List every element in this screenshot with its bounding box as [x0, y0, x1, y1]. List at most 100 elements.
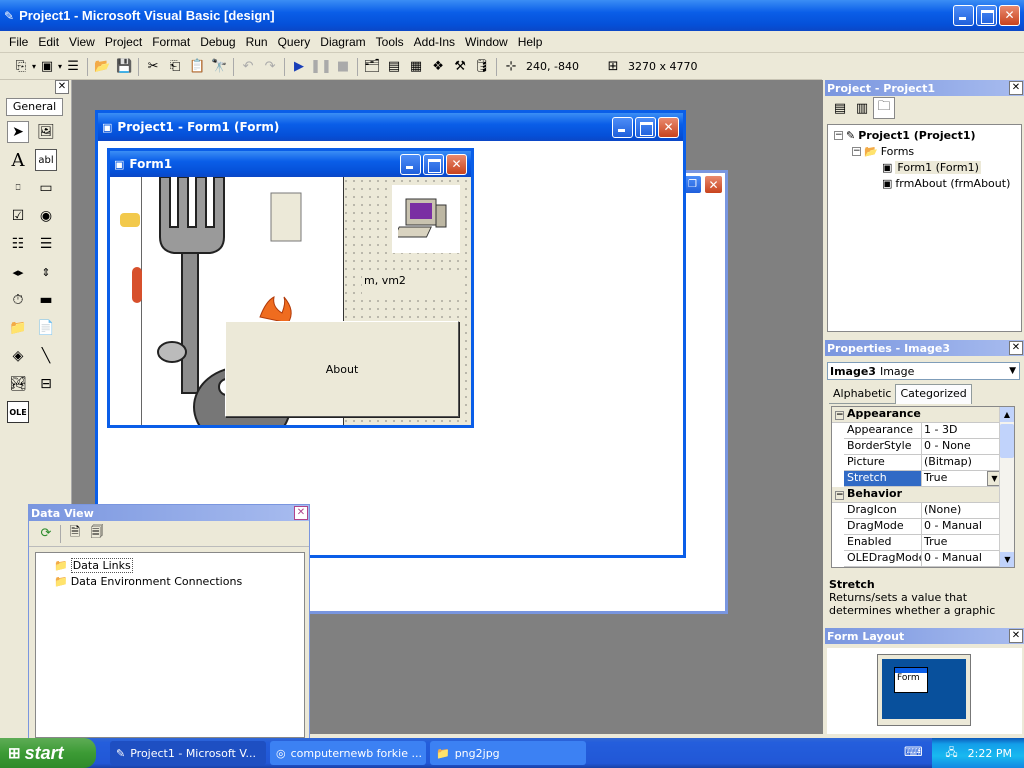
tree-item-frmabout[interactable]: ▣ frmAbout (frmAbout) — [834, 175, 1021, 191]
menu-debug[interactable]: Debug — [195, 35, 240, 49]
form1-maximize-button[interactable] — [423, 153, 444, 175]
form-layout-title-bar[interactable]: Form Layout ✕ — [825, 628, 1024, 644]
menu-add-ins[interactable]: Add-Ins — [409, 35, 460, 49]
menu-edit[interactable]: Edit — [33, 35, 64, 49]
property-row-oledragmode[interactable]: OLEDragMode 0 - Manual — [844, 551, 1014, 567]
add-data-environment-icon[interactable]: 🗐 — [86, 523, 108, 545]
project-explorer-close-button[interactable]: ✕ — [1009, 81, 1023, 95]
property-row-dragmode[interactable]: DragMode 0 - Manual — [844, 519, 1014, 535]
form-layout-form-preview[interactable]: Form — [894, 667, 928, 693]
menu-run[interactable]: Run — [241, 35, 273, 49]
tree-item-form1[interactable]: ▣ Form1 (Form1) — [834, 159, 1021, 175]
computer-image[interactable] — [392, 185, 460, 253]
properties-close-button[interactable]: ✕ — [1009, 341, 1023, 355]
data-view-close-button[interactable]: ✕ — [294, 506, 308, 520]
undo-icon[interactable]: ↶ — [237, 56, 259, 78]
save-project-icon[interactable]: 💾 — [113, 56, 135, 78]
taskbar-item-browser[interactable]: ◎ computernewb forkie ... — [270, 741, 426, 765]
data-view-title-bar[interactable]: Data View ✕ — [29, 505, 309, 521]
scroll-down-icon[interactable]: ▼ — [1000, 552, 1014, 567]
view-object-icon[interactable]: ▥ — [851, 97, 873, 119]
checkbox-icon[interactable]: ☑ — [7, 205, 29, 227]
menu-query[interactable]: Query — [273, 35, 316, 49]
view-code-icon[interactable]: ▤ — [829, 97, 851, 119]
property-row-appearance[interactable]: Appearance 1 - 3D — [844, 423, 1014, 439]
project-explorer-title-bar[interactable]: Project - Project1 ✕ — [825, 80, 1024, 96]
image-icon[interactable]: 🏞 — [7, 373, 29, 395]
end-icon[interactable]: ■ — [332, 56, 354, 78]
about-button[interactable]: About — [225, 321, 459, 417]
property-row-stretch[interactable]: Stretch True ▼ — [844, 471, 1014, 487]
drivelistbox-icon[interactable]: ▬ — [35, 289, 57, 311]
tab-categorized[interactable]: Categorized — [895, 384, 972, 404]
timer-icon[interactable]: ⏱ — [7, 289, 29, 311]
label-caption[interactable]: m, vm2 — [362, 274, 462, 294]
project-explorer-icon[interactable]: 🗂 — [361, 56, 383, 78]
add-form-icon[interactable]: ▣ — [36, 56, 58, 78]
menu-tools[interactable]: Tools — [371, 35, 409, 49]
form-layout-icon[interactable]: ▦ — [405, 56, 427, 78]
property-row-picture[interactable]: Picture (Bitmap) — [844, 455, 1014, 471]
network-icon[interactable]: 🖧 — [945, 744, 957, 763]
tree-project-root[interactable]: − ✎ Project1 (Project1) — [834, 127, 1021, 143]
label-icon[interactable]: A — [7, 149, 29, 171]
menu-window[interactable]: Window — [460, 35, 513, 49]
tree-item-data-links[interactable]: 📁 Data Links — [36, 557, 304, 573]
data-view-window[interactable]: Data View ✕ ⟳ 🗎 🗐 📁 Data Links 📁 Data En… — [28, 504, 310, 740]
menu-project[interactable]: Project — [100, 35, 147, 49]
object-selector[interactable]: Image3 Image ▼ — [827, 362, 1020, 380]
data-icon[interactable]: ⊟ — [35, 373, 57, 395]
form-designer-title-bar[interactable]: ▣ Project1 - Form1 (Form) — [98, 113, 683, 141]
properties-title-bar[interactable]: Properties - Image3 ✕ — [825, 340, 1024, 356]
picturebox-icon[interactable]: 🖼 — [35, 121, 57, 143]
taskbar-item-png2jpg[interactable]: 📁 png2jpg — [430, 741, 586, 765]
toolbox-tab-general[interactable]: General — [6, 98, 63, 116]
add-data-link-icon[interactable]: 🗎 — [64, 523, 86, 545]
scroll-thumb[interactable] — [1000, 424, 1014, 458]
hscrollbar-icon[interactable]: ◂▸ — [7, 261, 29, 283]
menu-view[interactable]: View — [64, 35, 100, 49]
shape-icon[interactable]: ◈ — [7, 345, 29, 367]
clock[interactable]: 2:22 PM — [968, 747, 1012, 760]
tree-forms-folder[interactable]: − 📂 Forms — [834, 143, 1021, 159]
frame-icon[interactable]: ⎕ — [7, 177, 29, 199]
form1-title-bar[interactable]: ▣ Form1 — [110, 151, 471, 177]
category-appearance[interactable]: − Appearance — [832, 407, 1014, 423]
object-browser-icon[interactable]: ❖ — [427, 56, 449, 78]
copy-icon[interactable]: ⎗ — [164, 56, 186, 78]
menu-diagram[interactable]: Diagram — [315, 35, 370, 49]
tab-alphabetic[interactable]: Alphabetic — [829, 384, 896, 404]
toggle-folders-icon[interactable]: 🗀 — [873, 97, 895, 119]
combobox-icon[interactable]: ☷ — [7, 233, 29, 255]
chevron-down-icon[interactable]: ▼ — [1009, 366, 1019, 376]
collapse-icon[interactable]: − — [834, 130, 843, 140]
add-project-icon[interactable]: ⎘ — [10, 56, 32, 78]
background-window-close-button[interactable] — [704, 175, 723, 194]
open-project-icon[interactable]: 📂 — [91, 56, 113, 78]
taskbar-item-vb[interactable]: ✎ Project1 - Microsoft V... — [110, 741, 266, 765]
listbox-icon[interactable]: ☰ — [35, 233, 57, 255]
collapse-icon[interactable]: − — [835, 411, 844, 420]
keyboard-icon[interactable]: ⌨ — [904, 745, 923, 760]
redo-icon[interactable]: ↷ — [259, 56, 281, 78]
vscrollbar-icon[interactable]: ⇕ — [35, 261, 57, 283]
maximize-button[interactable] — [976, 5, 997, 26]
form-designer-maximize-button[interactable] — [635, 116, 656, 138]
commandbutton-icon[interactable]: ▭ — [35, 177, 57, 199]
filelistbox-icon[interactable]: 📄 — [35, 317, 57, 339]
pointer-icon[interactable]: ➤ — [7, 121, 29, 143]
menu-help[interactable]: Help — [513, 35, 548, 49]
property-row-enabled[interactable]: Enabled True — [844, 535, 1014, 551]
start-icon[interactable]: ▶ — [288, 56, 310, 78]
form1-minimize-button[interactable] — [400, 153, 421, 175]
form1-window[interactable]: ▣ Form1 ✕ m, vm2 About — [107, 148, 474, 428]
form1-close-button[interactable] — [446, 153, 467, 175]
toolbox-icon[interactable]: ⚒ — [449, 56, 471, 78]
paste-icon[interactable]: 📋 — [186, 56, 208, 78]
start-button[interactable]: ⊞ start — [0, 738, 96, 768]
property-row-dragicon[interactable]: DragIcon (None) — [844, 503, 1014, 519]
property-row-borderstyle[interactable]: BorderStyle 0 - None — [844, 439, 1014, 455]
menu-file[interactable]: File — [4, 35, 33, 49]
properties-window-icon[interactable]: ▤ — [383, 56, 405, 78]
collapse-icon[interactable]: − — [852, 146, 861, 156]
